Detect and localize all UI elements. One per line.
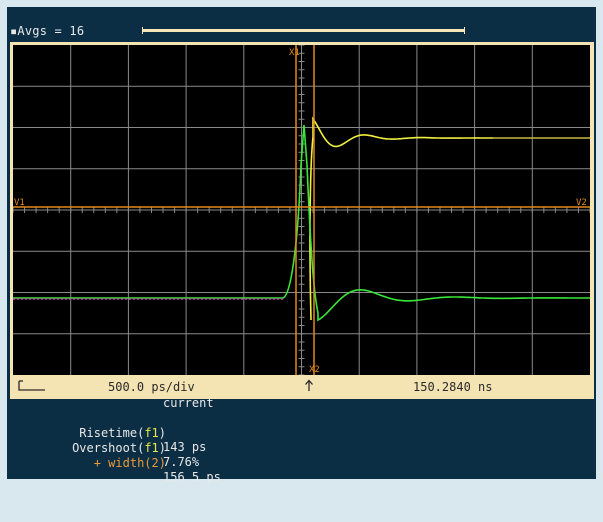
plot-frame: X1 X2 V1 V2 500.0 ps/div 150.2840 ns [10, 42, 594, 399]
progress-cap-left [142, 27, 143, 34]
measurement-row-risetime[interactable]: Risetime(f1) 143 ps [7, 412, 596, 454]
measurement-row-overshoot[interactable]: Overshoot(f1) 7.76% [7, 427, 596, 469]
top-bar: ▪Avgs = 16 [7, 7, 596, 42]
marker-x1-label: X1 [289, 48, 300, 58]
waveform-display[interactable]: X1 X2 V1 V2 [13, 45, 590, 375]
status-bar: 500.0 ps/div 150.2840 ns [13, 375, 590, 397]
marker-x2-label: X2 [309, 365, 320, 375]
measurement-column-header: current [163, 396, 214, 410]
averaging-progress-bar [142, 27, 465, 34]
up-arrow-icon[interactable] [304, 379, 314, 392]
averaging-progress-fill [142, 29, 465, 32]
step-waveform-icon[interactable] [17, 380, 47, 392]
horizontal-position-readout[interactable]: 150.2840 ns [413, 380, 492, 394]
timebase-readout[interactable]: 500.0 ps/div [108, 380, 195, 394]
measurement-name: + width(2) [93, 456, 166, 470]
progress-cap-right [464, 27, 465, 34]
marker-v1-label: V1 [14, 198, 25, 208]
measurement-value: 7.76% [163, 455, 200, 469]
measurement-value: 156.5 ps [163, 470, 221, 484]
marker-v2-label: V2 [576, 198, 587, 208]
measurement-panel: current Risetime(f1) 143 ps Overshoot(f1… [7, 396, 596, 484]
measurement-row-width[interactable]: + width(2) 156.5 ps [7, 442, 596, 484]
averages-label: ▪Avgs = 16 [10, 24, 85, 38]
scope-screen: ▪Avgs = 16 X1 X2 V1 V2 500.0 ps/div 150.… [7, 7, 596, 484]
